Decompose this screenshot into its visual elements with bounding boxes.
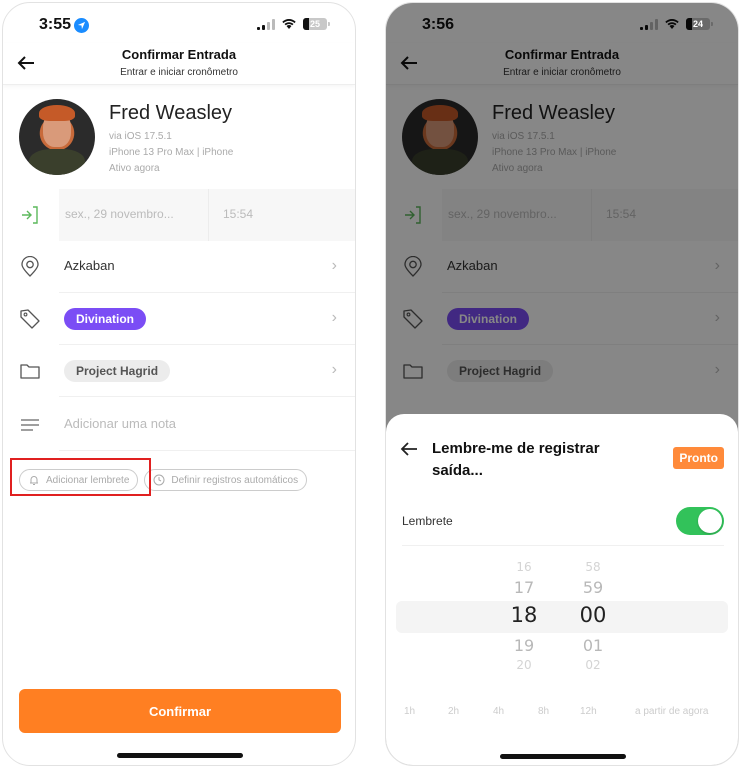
home-indicator <box>500 754 626 759</box>
user-os: via iOS 17.5.1 <box>109 131 172 142</box>
done-button[interactable]: Pronto <box>673 447 724 469</box>
arrow-left-icon <box>400 442 417 456</box>
sheet-title: Lembre-me de registrar saída... <box>432 440 600 479</box>
quick-option-from-now[interactable]: a partir de agora <box>635 706 708 717</box>
sheet-back-button[interactable] <box>400 440 418 463</box>
tag-chip: Divination <box>64 308 147 330</box>
location-pin-icon <box>21 256 39 277</box>
quick-option-8h[interactable]: 8h <box>538 706 549 717</box>
user-name: Fred Weasley <box>109 102 233 124</box>
picker-selection-band <box>396 601 728 633</box>
tag-row[interactable]: Divination › <box>3 293 355 345</box>
hour-option[interactable]: 17 <box>504 578 544 597</box>
user-activity: Ativo agora <box>109 163 160 174</box>
minute-option[interactable]: 58 <box>573 560 613 574</box>
hour-option-selected[interactable]: 18 <box>504 603 544 627</box>
set-auto-records-button[interactable]: Definir registros automáticos <box>144 469 308 491</box>
project-chip: Project Hagrid <box>64 360 171 382</box>
entry-date-field[interactable]: sex., 29 novembro... <box>59 189 209 241</box>
folder-icon <box>20 364 40 379</box>
location-arrow-icon <box>74 17 90 33</box>
nav-bar: Confirmar Entrada Entrar e iniciar cronô… <box>3 43 355 85</box>
avatar <box>19 99 95 175</box>
location-value: Azkaban <box>64 258 115 273</box>
time-picker[interactable]: 16 17 18 19 20 58 59 00 01 02 <box>386 554 738 674</box>
chevron-right-icon: › <box>331 309 337 326</box>
minute-option-selected[interactable]: 00 <box>573 603 613 627</box>
user-profile: Fred Weasley via iOS 17.5.1 iPhone 13 Pr… <box>19 99 355 179</box>
quick-duration-options: 1h 2h 4h 8h 12h a partir de agora <box>386 706 738 722</box>
project-row[interactable]: Project Hagrid › <box>3 345 355 397</box>
cellular-signal-icon <box>257 18 275 30</box>
chevron-right-icon: › <box>331 361 337 378</box>
wifi-icon <box>282 19 296 29</box>
phone-screen-reminder-sheet: 3:56 24 Confirmar Entrada Entrar e inici… <box>385 2 739 766</box>
minute-option[interactable]: 02 <box>573 658 613 672</box>
clock-gear-icon <box>153 474 165 486</box>
tag-icon <box>20 309 40 329</box>
home-indicator <box>117 753 243 758</box>
reminder-bottom-sheet: Lembre-me de registrar saída... Pronto L… <box>386 414 738 765</box>
location-row[interactable]: Azkaban › <box>3 241 355 293</box>
entry-time-field[interactable]: 15:54 <box>209 189 355 241</box>
battery-icon: 25 <box>303 18 330 30</box>
page-title: Confirmar Entrada <box>121 47 237 62</box>
minute-option[interactable]: 59 <box>573 578 613 597</box>
quick-option-2h[interactable]: 2h <box>448 706 459 717</box>
chevron-right-icon: › <box>331 257 337 274</box>
note-input[interactable]: Adicionar uma nota <box>64 416 176 431</box>
highlight-annotation-box <box>10 458 151 496</box>
clock-in-icon <box>22 206 38 224</box>
reminder-label: Lembrete <box>402 514 453 528</box>
confirm-button[interactable]: Confirmar <box>19 689 341 733</box>
status-bar: 3:55 25 <box>3 3 355 47</box>
status-time: 3:55 <box>39 16 90 34</box>
quick-option-1h[interactable]: 1h <box>404 706 415 717</box>
notes-lines-icon <box>21 419 39 431</box>
user-device: iPhone 13 Pro Max | iPhone <box>109 147 234 158</box>
quick-option-4h[interactable]: 4h <box>493 706 504 717</box>
entry-time-row: sex., 29 novembro... 15:54 <box>3 189 355 241</box>
hour-option[interactable]: 16 <box>504 560 544 574</box>
hour-option[interactable]: 19 <box>504 636 544 655</box>
minute-option[interactable]: 01 <box>573 636 613 655</box>
page-subtitle: Entrar e iniciar cronômetro <box>120 67 238 78</box>
phone-screen-confirm-entry: 3:55 25 Confirmar Entrada Entrar e inici… <box>2 2 356 766</box>
reminder-toggle[interactable] <box>676 507 724 535</box>
note-row[interactable]: Adicionar uma nota <box>3 399 355 451</box>
quick-option-12h[interactable]: 12h <box>580 706 597 717</box>
hour-option[interactable]: 20 <box>504 658 544 672</box>
